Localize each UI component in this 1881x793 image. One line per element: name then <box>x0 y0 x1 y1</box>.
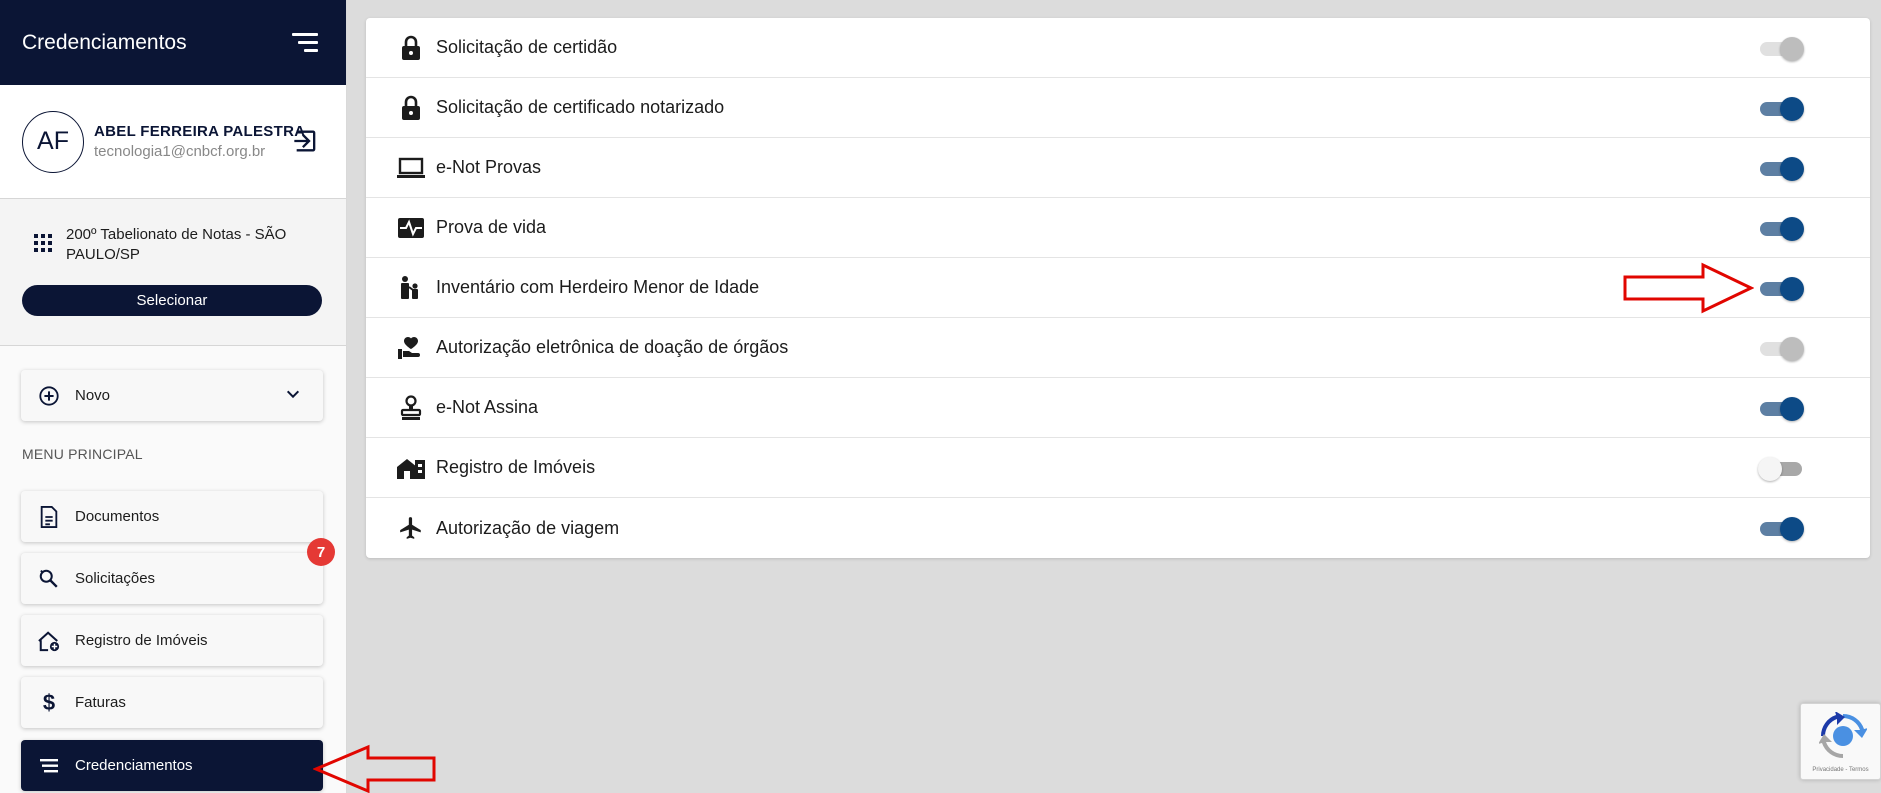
service-row: Autorização eletrônica de doação de órgã… <box>366 318 1870 378</box>
select-office-button[interactable]: Selecionar <box>22 285 322 316</box>
user-name: ABEL FERREIRA PALESTRA <box>94 123 306 140</box>
sidebar-item-label: Credenciamentos <box>75 757 193 774</box>
lock-icon <box>396 33 426 63</box>
heartbeat-icon <box>396 213 426 243</box>
service-row: e-Not Assina <box>366 378 1870 438</box>
dollar-icon: $ <box>42 689 56 715</box>
user-card: AF ABEL FERREIRA PALESTRA tecnologia1@cn… <box>0 85 346 199</box>
sidebar-header: Credenciamentos <box>0 0 346 85</box>
buildings-icon <box>396 453 426 483</box>
apps-grid-icon <box>34 234 52 252</box>
service-label: Solicitação de certidão <box>436 37 618 57</box>
annotation-arrow-left <box>313 744 436 793</box>
sidebar-item-label: Solicitações <box>75 570 156 587</box>
service-row: Solicitação de certidão <box>366 18 1870 78</box>
notification-badge: 7 <box>307 538 335 566</box>
sidebar-item-label: Registro de Imóveis <box>75 632 208 649</box>
service-toggle[interactable] <box>1758 516 1804 542</box>
annotation-arrow-right <box>1623 262 1754 314</box>
service-toggle[interactable] <box>1758 96 1804 122</box>
recaptcha-badge[interactable]: Privacidade - Termos <box>1800 703 1881 780</box>
sidebar-item-solicitacoes[interactable]: Solicitações <box>21 553 323 604</box>
service-label: e-Not Assina <box>436 397 539 417</box>
service-label: Prova de vida <box>436 217 547 237</box>
hand-heart-icon <box>396 333 426 363</box>
family-icon <box>396 273 426 303</box>
service-row: Registro de Imóveis <box>366 438 1870 498</box>
service-label: Autorização eletrônica de doação de órgã… <box>436 337 789 357</box>
service-label: Inventário com Herdeiro Menor de Idade <box>436 277 760 297</box>
sidebar-item-label: Documentos <box>75 508 160 525</box>
service-label: e-Not Provas <box>436 157 542 177</box>
new-label: Novo <box>75 387 111 404</box>
service-label: Registro de Imóveis <box>436 457 596 477</box>
logout-icon[interactable] <box>292 127 320 155</box>
sidebar-item-documentos[interactable]: Documentos <box>21 491 323 542</box>
laptop-icon <box>396 153 426 183</box>
recaptcha-links[interactable]: Privacidade - Termos <box>1801 767 1880 773</box>
service-toggle[interactable] <box>1758 276 1804 302</box>
section-label: MENU PRINCIPAL <box>22 446 143 462</box>
service-row: Prova de vida <box>366 198 1870 258</box>
menu-toggle-icon[interactable] <box>292 33 318 52</box>
airplane-icon <box>396 513 426 543</box>
office-panel: 200º Tabelionato de Notas - SÃO PAULO/SP… <box>0 199 346 346</box>
stamp-icon <box>396 393 426 423</box>
office-name: 200º Tabelionato de Notas - SÃO PAULO/SP <box>66 226 287 263</box>
service-toggle[interactable] <box>1758 396 1804 422</box>
list-icon <box>37 754 61 778</box>
service-toggle[interactable] <box>1758 456 1804 482</box>
lock-icon <box>396 93 426 123</box>
avatar: AF <box>22 110 84 173</box>
service-toggle[interactable] <box>1758 36 1804 62</box>
service-label: Solicitação de certificado notarizado <box>436 97 725 117</box>
document-icon <box>37 505 61 529</box>
app-title: Credenciamentos <box>22 30 187 54</box>
service-toggle[interactable] <box>1758 156 1804 182</box>
house-add-icon <box>37 629 61 653</box>
sidebar-item-label: Faturas <box>75 694 126 711</box>
service-row: Solicitação de certificado notarizado <box>366 78 1870 138</box>
sidebar-item-registro-imoveis[interactable]: Registro de Imóveis <box>21 615 323 666</box>
service-toggle[interactable] <box>1758 336 1804 362</box>
service-label: Autorização de viagem <box>436 517 620 538</box>
new-dropdown[interactable]: Novo <box>21 370 323 421</box>
sidebar-item-credenciamentos[interactable]: Credenciamentos <box>21 740 323 791</box>
plus-circle-icon <box>37 384 61 408</box>
chevron-down-icon <box>286 390 300 399</box>
user-email: tecnologia1@cnbcf.org.br <box>94 143 266 160</box>
service-row: e-Not Provas <box>366 138 1870 198</box>
search-refresh-icon <box>37 567 61 591</box>
service-row: Autorização de viagem <box>366 498 1870 558</box>
sidebar-item-faturas[interactable]: $ Faturas <box>21 677 323 728</box>
recaptcha-icon <box>1819 712 1867 759</box>
service-toggle[interactable] <box>1758 216 1804 242</box>
sidebar: Credenciamentos AF ABEL FERREIRA PALESTR… <box>0 0 347 793</box>
